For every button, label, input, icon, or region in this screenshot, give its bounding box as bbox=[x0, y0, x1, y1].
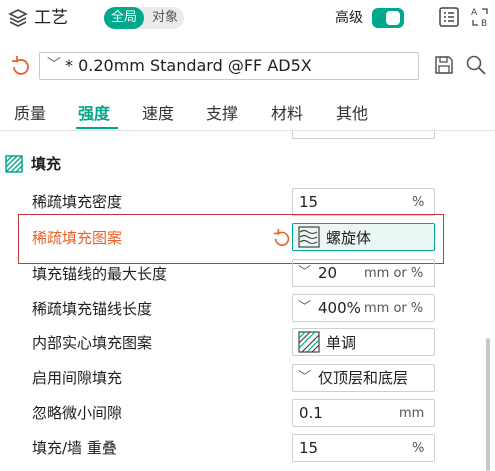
save-icon[interactable] bbox=[433, 54, 455, 76]
filter-small-gaps-value: 0.1 bbox=[299, 404, 323, 422]
search-icon[interactable] bbox=[465, 54, 487, 76]
infill-anchor-max-unit: mm or % bbox=[364, 266, 424, 281]
panel-title: 工艺 bbox=[34, 8, 68, 28]
active-tab-indicator bbox=[76, 127, 118, 129]
sparse-infill-anchor-value: 400% bbox=[318, 299, 361, 317]
internal-solid-infill-value: 单调 bbox=[326, 334, 357, 352]
tab-others[interactable]: 其他 bbox=[336, 102, 368, 126]
reset-icon[interactable] bbox=[10, 55, 32, 77]
monotonic-pattern-icon bbox=[298, 331, 320, 353]
scrolled-input-edge bbox=[292, 131, 435, 139]
sparse-infill-anchor-unit: mm or % bbox=[364, 301, 424, 316]
scrollbar-thumb[interactable] bbox=[486, 338, 490, 471]
advanced-toggle-knob bbox=[386, 11, 400, 25]
compare-icon[interactable]: A B bbox=[468, 5, 492, 29]
chevron-down-icon: ﹀ bbox=[298, 265, 312, 280]
filter-small-gaps-label: 忽略微小间隙 bbox=[32, 404, 123, 422]
chevron-down-icon: ﹀ bbox=[47, 57, 61, 73]
infill-wall-overlap-label: 填充/墙 重叠 bbox=[32, 439, 117, 457]
layers-icon bbox=[8, 9, 28, 27]
gap-fill-value: 仅顶层和底层 bbox=[318, 369, 409, 387]
tab-strength[interactable]: 强度 bbox=[78, 102, 110, 126]
tab-speed[interactable]: 速度 bbox=[142, 102, 174, 126]
chevron-down-icon: ﹀ bbox=[298, 300, 312, 315]
svg-text:B: B bbox=[481, 19, 487, 29]
chevron-down-icon: ﹀ bbox=[298, 370, 312, 385]
reset-icon[interactable] bbox=[272, 228, 292, 248]
advanced-label: 高级 bbox=[335, 10, 363, 26]
preset-value: * 0.20mm Standard @FF AD5X bbox=[65, 56, 312, 75]
gyroid-pattern-icon bbox=[298, 226, 320, 248]
svg-text:A: A bbox=[471, 8, 478, 18]
internal-solid-infill-label: 内部实心填充图案 bbox=[32, 334, 153, 352]
sparse-infill-pattern-value: 螺旋体 bbox=[326, 229, 372, 247]
sparse-infill-pattern-label: 稀疏填充图案 bbox=[32, 229, 123, 247]
infill-wall-overlap-unit: % bbox=[412, 441, 425, 456]
scope-object-tab[interactable]: 对象 bbox=[146, 7, 184, 29]
infill-icon bbox=[5, 155, 23, 173]
infill-anchor-max-value: 20 bbox=[318, 264, 338, 282]
sparse-infill-anchor-label: 稀疏填充锚线长度 bbox=[32, 300, 153, 318]
infill-anchor-max-label: 填充锚线的最大长度 bbox=[32, 265, 168, 283]
sparse-infill-density-unit: % bbox=[412, 195, 425, 210]
section-title: 填充 bbox=[31, 155, 62, 173]
tab-quality[interactable]: 质量 bbox=[14, 102, 46, 126]
tab-support[interactable]: 支撑 bbox=[206, 102, 238, 126]
list-settings-icon[interactable] bbox=[437, 5, 461, 29]
gap-fill-label: 启用间隙填充 bbox=[32, 369, 123, 387]
sparse-infill-density-value: 15 bbox=[299, 193, 319, 211]
infill-wall-overlap-value: 15 bbox=[299, 439, 319, 457]
scope-global-tab[interactable]: 全局 bbox=[104, 7, 144, 29]
sparse-infill-density-label: 稀疏填充密度 bbox=[32, 193, 123, 211]
filter-small-gaps-unit: mm bbox=[399, 406, 425, 421]
tab-material[interactable]: 材料 bbox=[271, 102, 303, 126]
